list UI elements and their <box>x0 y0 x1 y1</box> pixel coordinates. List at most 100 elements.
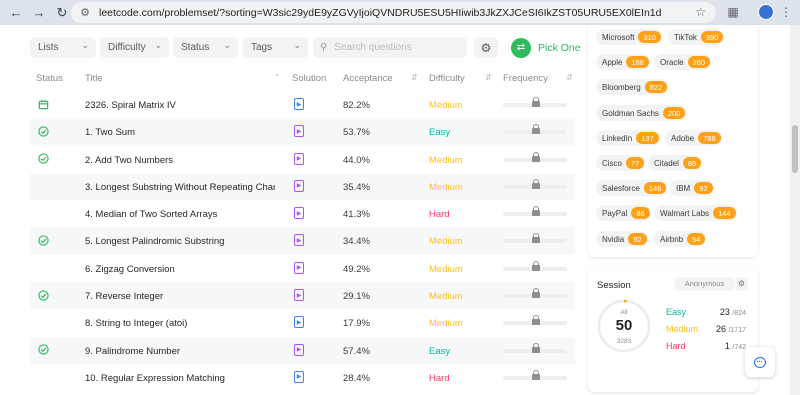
search-input[interactable] <box>334 42 455 53</box>
company-tag[interactable]: PayPal 86 <box>596 205 651 221</box>
arrow-right-icon[interactable]: → <box>28 2 50 24</box>
solution-document-icon[interactable]: ▶ <box>294 234 304 247</box>
problem-table: 2326. Spiral Matrix IV ▶ 82.2% Medium 1. Two… <box>30 91 575 391</box>
solved-check-icon <box>37 125 49 137</box>
company-count-badge: 788 <box>698 132 721 144</box>
company-count-badge: 260 <box>687 56 711 68</box>
problem-title-link[interactable]: 9. Palindrome Number <box>85 346 275 357</box>
company-count-badge: 92 <box>694 182 713 194</box>
lock-icon <box>532 369 540 380</box>
problem-title-link[interactable]: 10. Regular Expression Matching <box>85 373 275 384</box>
solution-document-icon[interactable]: ▶ <box>294 179 304 192</box>
hard-progress: 1 /742 <box>725 341 746 351</box>
lists-filter[interactable]: Lists ⌄ <box>30 37 96 58</box>
company-tag[interactable]: Salesforce 146 <box>596 180 668 196</box>
arrow-left-icon[interactable]: ← <box>5 2 27 24</box>
difficulty-filter[interactable]: Difficulty ⌄ <box>100 37 169 58</box>
company-tag[interactable]: IBM 92 <box>670 180 714 196</box>
header-frequency[interactable]: Frequency <box>503 73 548 84</box>
solution-document-icon[interactable]: ▶ <box>294 207 304 220</box>
lock-icon <box>532 260 540 271</box>
solution-document-icon[interactable]: ▶ <box>294 289 304 302</box>
solution-document-icon[interactable]: ▶ <box>294 316 304 329</box>
status-filter[interactable]: Status ⌄ <box>173 37 238 58</box>
company-tag[interactable]: LinkedIn 137 <box>596 130 660 146</box>
table-row[interactable]: 8. String to Integer (atoi) ▶ 17.9% Medium <box>30 309 575 336</box>
difficulty-label: Medium <box>429 263 463 275</box>
table-row[interactable]: 3. Longest Substring Without Repeating C… <box>30 172 575 201</box>
solution-document-icon[interactable]: ▶ <box>294 125 304 138</box>
sort-arrow-up-icon[interactable]: ⌃ <box>274 73 281 82</box>
more-menu-icon[interactable]: ⋮ <box>780 4 792 20</box>
header-title[interactable]: Title <box>85 73 103 84</box>
chevron-down-icon: ⌄ <box>293 40 301 50</box>
problem-title-link[interactable]: 8. String to Integer (atoi) <box>85 318 275 329</box>
company-tag[interactable]: Citadel 85 <box>648 155 703 171</box>
company-tag[interactable]: Walmart Labs 144 <box>654 205 737 221</box>
table-row[interactable]: 6. Zigzag Conversion ▶ 49.2% Medium <box>30 255 575 282</box>
problem-title-link[interactable]: 1. Two Sum <box>85 127 275 138</box>
company-tag[interactable]: Microsoft 310 <box>596 29 662 45</box>
company-tag[interactable]: Nvidia 92 <box>596 231 648 247</box>
problem-title-link[interactable]: 6. Zigzag Conversion <box>85 264 275 275</box>
problem-title-link[interactable]: 3. Longest Substring Without Repeating C… <box>85 182 275 193</box>
problem-title-link[interactable]: 2326. Spiral Matrix IV <box>85 100 275 111</box>
address-url[interactable]: leetcode.com/problemset/?sorting=W3sic29… <box>99 7 661 19</box>
search-box[interactable]: ⚲ <box>313 37 467 58</box>
table-row[interactable]: 4. Median of Two Sorted Arrays ▶ 41.3% Hard <box>30 200 575 227</box>
table-row[interactable]: 2. Add Two Numbers ▶ 44.0% Medium <box>30 146 575 173</box>
acceptance-rate: 53.7% <box>343 127 370 139</box>
company-tag[interactable]: Oracle 260 <box>654 54 712 70</box>
company-tag[interactable]: Goldman Sachs 200 <box>596 105 687 121</box>
ring-total-count: 3283 <box>616 338 632 345</box>
calendar-icon[interactable] <box>37 98 49 110</box>
table-row[interactable]: 10. Regular Expression Matching ▶ 28.4% Har… <box>30 364 575 391</box>
settings-gear-button[interactable]: ⚙ <box>474 37 498 58</box>
table-row[interactable]: 7. Reverse Integer ▶ 29.1% Medium <box>30 282 575 310</box>
sort-icon[interactable]: ⇵ <box>411 73 418 82</box>
company-name: Adobe <box>671 133 695 143</box>
medium-solved: 26 <box>715 324 726 334</box>
company-tag[interactable]: Adobe 788 <box>665 130 722 146</box>
company-tag[interactable]: Airbnb 54 <box>654 231 707 247</box>
address-bar[interactable]: ⚙ leetcode.com/problemset/?sorting=W3sic… <box>71 2 716 23</box>
table-row[interactable]: 1. Two Sum ▶ 53.7% Easy <box>30 118 575 146</box>
problem-title-link[interactable]: 2. Add Two Numbers <box>85 155 275 166</box>
solution-document-icon[interactable]: ▶ <box>294 261 304 274</box>
company-tag[interactable]: Bloomberg 822 <box>596 79 669 95</box>
site-settings-icon[interactable]: ⚙ <box>77 5 93 21</box>
extensions-puzzle-icon[interactable]: ▦ <box>724 3 742 21</box>
solution-document-icon[interactable]: ▶ <box>294 98 304 110</box>
ring-all-label: All <box>620 309 628 316</box>
solved-check-icon <box>37 234 49 246</box>
difficulty-label: Medium <box>429 100 463 111</box>
tags-filter[interactable]: Tags ⌄ <box>243 37 308 58</box>
problem-title-link[interactable]: 5. Longest Palindromic Substring <box>85 236 275 247</box>
session-dropdown[interactable]: Anonymous <box>675 277 734 291</box>
company-tag[interactable]: TikTok 390 <box>668 29 725 45</box>
gear-icon[interactable]: ⚙ <box>735 277 748 291</box>
feedback-chat-button[interactable] <box>745 347 775 377</box>
company-tag[interactable]: Cisco 77 <box>596 155 646 171</box>
header-difficulty[interactable]: Difficulty <box>429 73 465 84</box>
company-tag[interactable]: Apple 188 <box>596 54 650 70</box>
problem-title-link[interactable]: 7. Reverse Integer <box>85 291 275 302</box>
reload-icon[interactable]: ↻ <box>51 2 73 24</box>
page-scrollbar[interactable] <box>790 25 800 395</box>
bookmark-star-icon[interactable]: ☆ <box>695 5 706 19</box>
solution-document-icon[interactable]: ▶ <box>294 152 304 165</box>
profile-avatar[interactable] <box>758 4 774 20</box>
table-row[interactable]: 5. Longest Palindromic Substring ▶ 34.4% Me… <box>30 227 575 255</box>
problem-title-link[interactable]: 4. Median of Two Sorted Arrays <box>85 209 275 220</box>
pick-one-button[interactable]: ⇄ Pick One <box>511 37 581 58</box>
sort-icon[interactable]: ⇵ <box>566 73 573 82</box>
scrollbar-thumb[interactable] <box>792 125 798 173</box>
solution-document-icon[interactable]: ▶ <box>294 343 304 356</box>
acceptance-rate: 57.4% <box>343 345 370 357</box>
acceptance-rate: 17.9% <box>343 318 370 330</box>
sort-icon[interactable]: ⇵ <box>485 73 492 82</box>
solution-document-icon[interactable]: ▶ <box>294 370 304 383</box>
table-row[interactable]: 9. Palindrome Number ▶ 57.4% Easy <box>30 336 575 364</box>
table-row[interactable]: 2326. Spiral Matrix IV ▶ 82.2% Medium <box>30 91 575 118</box>
header-acceptance[interactable]: Acceptance <box>343 73 393 84</box>
